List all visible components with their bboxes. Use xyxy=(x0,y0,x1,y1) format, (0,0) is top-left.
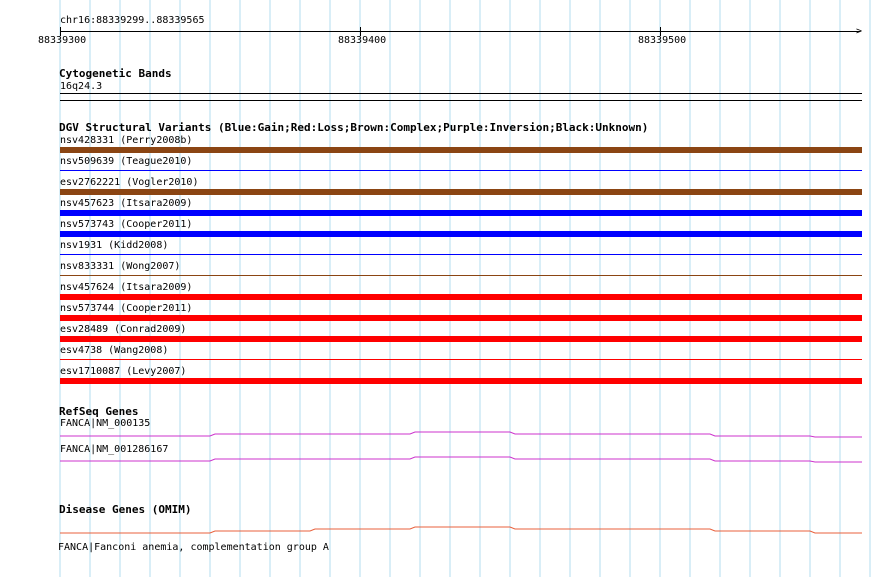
dgv-variant-bar[interactable] xyxy=(60,336,862,342)
dgv-variant-label[interactable]: nsv833331 (Wong2007) xyxy=(60,261,180,272)
ruler-arrow-icon: > xyxy=(856,26,863,37)
dgv-variant-bar[interactable] xyxy=(60,359,862,360)
dgv-variant-label[interactable]: esv1710087 (Levy2007) xyxy=(60,366,186,377)
dgv-variant-bar[interactable] xyxy=(60,315,862,321)
dgv-variant-label[interactable]: nsv573744 (Cooper2011) xyxy=(60,303,192,314)
dgv-variant-label[interactable]: nsv573743 (Cooper2011) xyxy=(60,219,192,230)
dgv-variant-label[interactable]: nsv457624 (Itsara2009) xyxy=(60,282,192,293)
dgv-variant-label[interactable]: esv4738 (Wang2008) xyxy=(60,345,168,356)
dgv-variant-bar[interactable] xyxy=(60,231,862,237)
ruler-tick-label: 88339300 xyxy=(38,35,87,46)
dgv-variant-bar[interactable] xyxy=(60,147,862,153)
refseq-gene-label[interactable]: FANCA|NM_000135 xyxy=(60,418,150,429)
dgv-track-title[interactable]: DGV Structural Variants (Blue:Gain;Red:L… xyxy=(59,122,648,134)
cytobands-track-title[interactable]: Cytogenetic Bands xyxy=(59,68,172,80)
dgv-variant-label[interactable]: nsv1931 (Kidd2008) xyxy=(60,240,168,251)
disease-track-title[interactable]: Disease Genes (OMIM) xyxy=(59,504,191,516)
genome-browser-view: chr16:88339299..88339565 > 88339300 8833… xyxy=(0,0,890,577)
dgv-variant-label[interactable]: esv28489 (Conrad2009) xyxy=(60,324,186,335)
location-label: chr16:88339299..88339565 xyxy=(60,15,205,26)
refseq-gene-label[interactable]: FANCA|NM_001286167 xyxy=(60,444,168,455)
dgv-variant-label[interactable]: nsv428331 (Perry2008b) xyxy=(60,135,192,146)
dgv-variant-bar[interactable] xyxy=(60,254,862,255)
dgv-variant-label[interactable]: nsv457623 (Itsara2009) xyxy=(60,198,192,209)
dgv-variant-bar[interactable] xyxy=(60,210,862,216)
dgv-variant-bar[interactable] xyxy=(60,294,862,300)
dgv-variant-bar[interactable] xyxy=(60,189,862,195)
ruler-axis xyxy=(60,31,860,32)
cytoband-label[interactable]: 16q24.3 xyxy=(60,81,102,92)
cytoband-bottom-edge xyxy=(60,100,862,101)
dgv-variant-label[interactable]: nsv509639 (Teague2010) xyxy=(60,156,192,167)
dgv-variant-label[interactable]: esv2762221 (Vogler2010) xyxy=(60,177,198,188)
cytoband-top-edge xyxy=(60,93,862,94)
dgv-variant-bar[interactable] xyxy=(60,378,862,384)
dgv-variant-bar[interactable] xyxy=(60,275,862,276)
disease-gene-label[interactable]: FANCA|Fanconi anemia, complementation gr… xyxy=(58,542,329,553)
refseq-track-title[interactable]: RefSeq Genes xyxy=(59,406,138,418)
dgv-variant-bar[interactable] xyxy=(60,170,862,171)
ruler-tick-label: 88339400 xyxy=(338,35,387,46)
ruler-tick-label: 88339500 xyxy=(638,35,687,46)
